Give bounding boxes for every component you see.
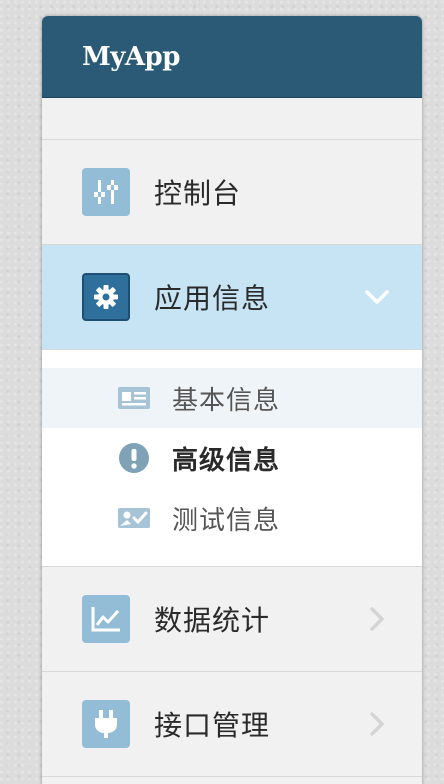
- submenu-item-label: 高级信息: [172, 445, 281, 476]
- chevron-right-icon[interactable]: [362, 604, 392, 634]
- sidebar-item-statistics[interactable]: 数据统计: [42, 567, 422, 672]
- chevron-right-icon[interactable]: [362, 709, 392, 739]
- id-card-icon: [116, 380, 152, 416]
- submenu-item-label: 基本信息: [172, 385, 281, 416]
- gear-icon: [82, 273, 130, 321]
- sidebar-item-label: 数据统计: [154, 604, 271, 637]
- app-header: MyApp: [42, 16, 422, 98]
- chevron-down-icon[interactable]: [362, 282, 392, 312]
- submenu-item-basic-info[interactable]: 基本信息: [42, 368, 422, 428]
- plug-icon: [82, 700, 130, 748]
- image-check-icon: [116, 500, 152, 536]
- sidebar-item-label: 应用信息: [154, 282, 271, 315]
- sidebar-item-label: 接口管理: [154, 709, 271, 742]
- sidebar-spacer: [42, 98, 422, 140]
- submenu-item-advanced-info[interactable]: 高级信息: [42, 428, 422, 488]
- sidebar-panel: MyApp 控制台 应用信息 基本信息 高级信息 测试信息 数据统计 接口管理: [42, 16, 422, 784]
- submenu-app-info: 基本信息 高级信息 测试信息: [42, 350, 422, 567]
- sidebar-item-api-management[interactable]: 接口管理: [42, 672, 422, 777]
- sidebar-item-app-info[interactable]: 应用信息: [42, 245, 422, 350]
- submenu-item-label: 测试信息: [172, 505, 281, 536]
- sidebar-item-label: 控制台: [154, 177, 242, 210]
- line-chart-icon: [82, 595, 130, 643]
- exclamation-circle-icon: [116, 440, 152, 476]
- submenu-item-test-info[interactable]: 测试信息: [42, 488, 422, 548]
- sidebar-item-console[interactable]: 控制台: [42, 140, 422, 245]
- app-title: MyApp: [82, 41, 180, 72]
- sliders-icon: [82, 168, 130, 216]
